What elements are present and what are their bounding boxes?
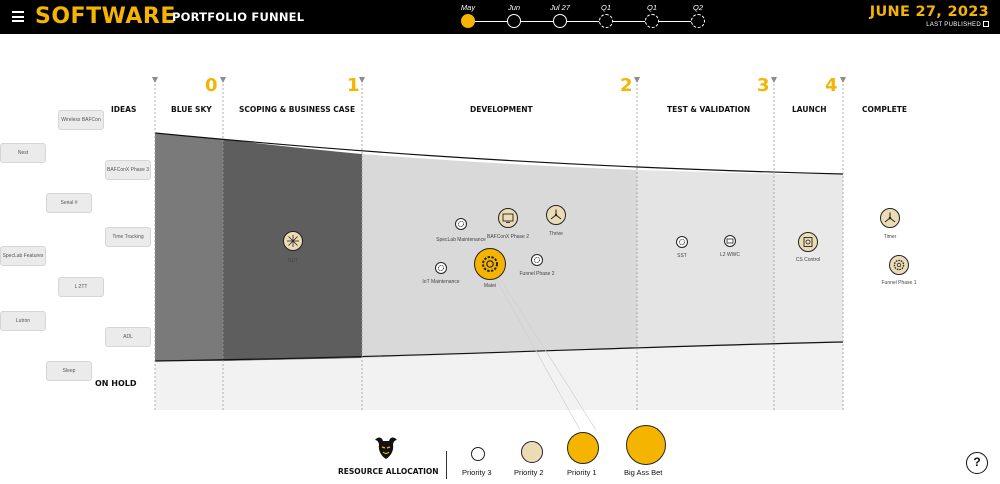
stage-header-complete: COMPLETE bbox=[862, 105, 907, 114]
project-label: BAFConX Phase 2 bbox=[487, 234, 529, 240]
gate-number: 0 bbox=[205, 75, 218, 96]
gate-number: 3 bbox=[757, 75, 770, 96]
bull-logo-icon bbox=[372, 434, 400, 462]
idea-chip[interactable]: Nest bbox=[0, 143, 46, 163]
idea-chip[interactable]: BAFConX Phase 3 bbox=[105, 160, 151, 180]
stage-header-blue-sky: BLUE SKY bbox=[171, 105, 212, 114]
gear-icon bbox=[435, 262, 447, 274]
gate-marker bbox=[840, 77, 846, 83]
gate-marker bbox=[359, 77, 365, 83]
project-label: SpecLab Maintenance bbox=[436, 237, 486, 243]
stage-header-scoping: SCOPING & BUSINESS CASE bbox=[239, 105, 356, 114]
gate-marker bbox=[220, 77, 226, 83]
legend-priority-1-label: Priority 1 bbox=[567, 468, 597, 477]
project-label: Funnel Phase 2 bbox=[519, 271, 555, 277]
stage-header-ideas: IDEAS bbox=[111, 105, 137, 114]
gate-marker bbox=[634, 77, 640, 83]
project-label: IoT Maintenance bbox=[422, 279, 460, 285]
gate-number: 1 bbox=[347, 75, 360, 96]
project-label: NDT bbox=[287, 258, 299, 264]
idea-chip[interactable]: Wireless BAFCon bbox=[58, 110, 104, 130]
project-label: Thrive bbox=[549, 231, 563, 237]
timeline-dot-active[interactable] bbox=[461, 14, 475, 28]
timeline-dot-future[interactable] bbox=[599, 14, 613, 28]
panel-icon bbox=[798, 232, 818, 252]
test-band bbox=[637, 170, 774, 348]
blue-sky-band bbox=[155, 133, 223, 361]
gate-marker bbox=[152, 77, 158, 83]
gate-marker bbox=[771, 77, 777, 83]
stage-header-test: TEST & VALIDATION bbox=[667, 105, 751, 114]
timeline-dot-future[interactable] bbox=[691, 14, 705, 28]
timeline-dot-future[interactable] bbox=[645, 14, 659, 28]
legend-big-bet-swatch bbox=[626, 425, 666, 465]
legend-big-bet-label: Big Ass Bet bbox=[624, 468, 663, 477]
on-hold-label: ON HOLD bbox=[95, 379, 137, 388]
fan-icon bbox=[880, 208, 900, 228]
fan-icon bbox=[546, 205, 566, 225]
stage-header-development: DEVELOPMENT bbox=[470, 105, 533, 114]
gate-number: 4 bbox=[825, 75, 838, 96]
starburst-icon bbox=[283, 231, 303, 251]
idea-chip[interactable]: Time Tracking bbox=[105, 227, 151, 247]
idea-chip[interactable]: Lutron bbox=[0, 311, 46, 331]
project-label: CS Control bbox=[795, 257, 821, 263]
gear-icon bbox=[455, 218, 467, 230]
stage-header-launch: LAUNCH bbox=[792, 105, 827, 114]
legend-title: RESOURCE ALLOCATION bbox=[338, 467, 439, 476]
project-label: L2 WWC bbox=[720, 252, 740, 258]
help-button[interactable]: ? bbox=[966, 452, 988, 474]
project-label: Funnel Phase 1 bbox=[881, 280, 917, 286]
legend-priority-2-swatch bbox=[521, 441, 543, 463]
project-label: Timer bbox=[883, 234, 897, 240]
gate-number: 2 bbox=[620, 75, 633, 96]
idea-chip[interactable]: ADL bbox=[105, 327, 151, 347]
gear-icon bbox=[474, 248, 506, 280]
gear-icon bbox=[889, 255, 909, 275]
legend-priority-3-swatch bbox=[471, 447, 485, 461]
timeline-dot[interactable] bbox=[507, 14, 521, 28]
monitor-icon bbox=[724, 235, 736, 247]
legend-priority-1-swatch bbox=[567, 432, 599, 464]
timeline-dot[interactable] bbox=[553, 14, 567, 28]
project-label: Matei bbox=[483, 283, 497, 289]
monitor-icon bbox=[498, 208, 518, 228]
gear-icon bbox=[676, 236, 688, 248]
gear-icon bbox=[531, 254, 543, 266]
idea-chip[interactable]: SpecLab Features bbox=[0, 246, 46, 266]
idea-chip[interactable]: Serial # bbox=[46, 193, 92, 213]
legend-divider bbox=[446, 451, 447, 479]
legend-priority-2-label: Priority 2 bbox=[514, 468, 544, 477]
legend-priority-3-label: Priority 3 bbox=[462, 468, 492, 477]
project-label: SST bbox=[677, 253, 687, 259]
idea-chip[interactable]: L 2TT bbox=[58, 277, 104, 297]
idea-chip[interactable]: Sleep bbox=[46, 361, 92, 381]
